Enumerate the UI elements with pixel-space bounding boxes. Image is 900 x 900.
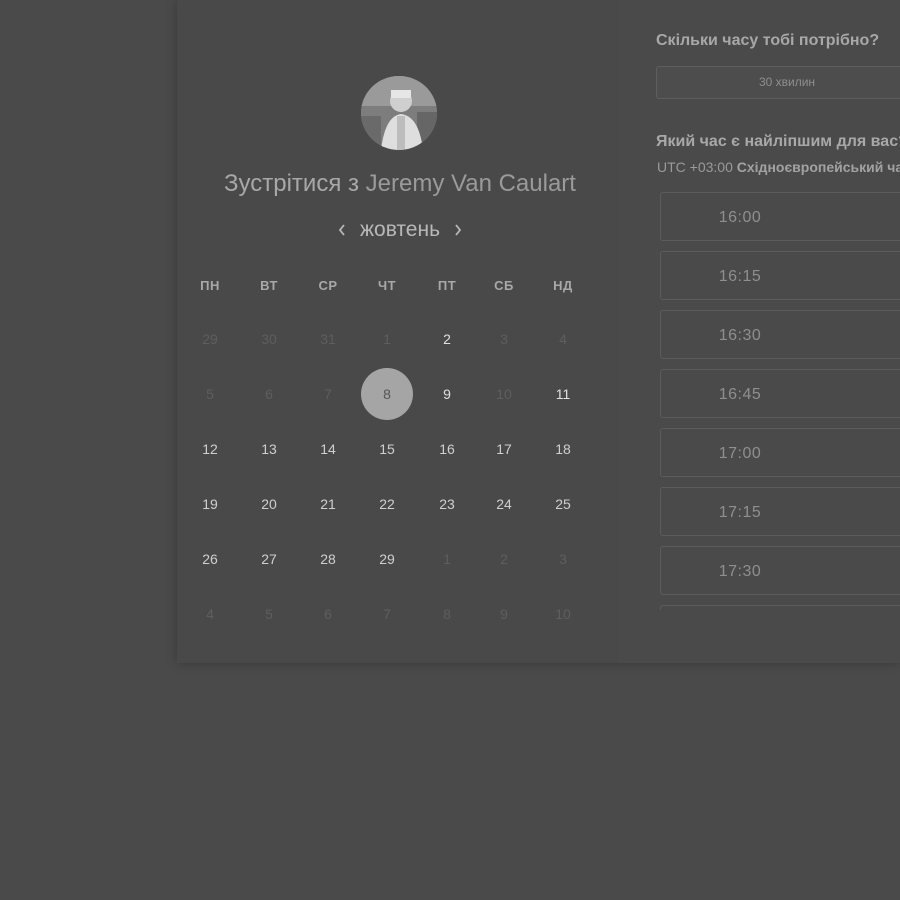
time-slot[interactable]: 16:15 [660, 251, 900, 300]
calendar-day: 10 [555, 606, 571, 622]
time-slot-label: 16:30 [718, 327, 762, 344]
calendar-day: 5 [265, 606, 273, 622]
timezone-name: Східноєвропейський час [736, 159, 900, 175]
host-name: Jeremy Van Caulart [365, 170, 576, 197]
calendar-day: 6 [324, 606, 332, 622]
weekday-label: НД [553, 278, 573, 293]
calendar-day: 3 [559, 551, 567, 567]
time-slot-label: 16:45 [718, 386, 762, 403]
timezone-label[interactable]: UTC +03:00 Східноєвропейський час [657, 159, 900, 175]
calendar-day[interactable]: 22 [362, 479, 412, 529]
time-slot[interactable]: 16:45 [660, 369, 900, 418]
month-label: жовтень [359, 218, 441, 241]
calendar-day[interactable]: 24 [479, 479, 529, 529]
calendar-day[interactable]: 9 [422, 369, 472, 419]
time-slot[interactable]: 17:15 [660, 487, 900, 536]
calendar-day[interactable]: 2 [422, 314, 472, 364]
calendar-day[interactable]: 21 [303, 479, 353, 529]
time-slot-label: 16:15 [718, 268, 762, 285]
chevron-left-icon[interactable] [324, 223, 360, 237]
time-slot-label: 17:30 [718, 563, 762, 580]
weekday-label: ВТ [260, 278, 278, 293]
timezone-offset: UTC +03:00 [657, 159, 733, 175]
calendar-day: 8 [443, 606, 451, 622]
title-prefix: Зустрітися з [224, 170, 359, 197]
calendar-day: 31 [320, 331, 336, 347]
time-slot[interactable]: 17:30 [660, 546, 900, 595]
weekday-label: ПН [200, 278, 220, 293]
calendar-day[interactable]: 19 [185, 479, 235, 529]
time-slot[interactable]: 16:30 [660, 310, 900, 359]
calendar-day: 4 [559, 331, 567, 347]
calendar-day[interactable]: 15 [362, 424, 412, 474]
weekday-label: ЧТ [377, 278, 397, 293]
calendar-day[interactable]: 16 [422, 424, 472, 474]
time-question: Який час є найліпшим для вас? [656, 133, 900, 150]
host-avatar [361, 76, 437, 150]
weekday-label: ПТ [437, 278, 457, 293]
booking-modal: Зустрітися з Jeremy Van Caulart жовтень … [177, 0, 900, 663]
calendar-day-selected[interactable]: 8 [361, 368, 413, 420]
calendar-day: 5 [206, 386, 214, 402]
weekday-label: СБ [494, 278, 514, 293]
weekday-label: СР [318, 278, 338, 293]
calendar-day: 2 [500, 551, 508, 567]
time-slot-label: 17:45 [719, 606, 762, 610]
calendar-day[interactable]: 26 [185, 534, 235, 584]
calendar-day: 9 [500, 606, 508, 622]
calendar-day[interactable]: 27 [244, 534, 294, 584]
month-navigation: жовтень [177, 216, 623, 244]
calendar-day[interactable]: 11 [538, 369, 588, 419]
calendar-day: 6 [265, 386, 273, 402]
calendar-day: 4 [206, 606, 214, 622]
calendar-day[interactable]: 28 [303, 534, 353, 584]
time-panel: Скільки часу тобі потрібно? 30 хвилин Як… [618, 0, 900, 663]
time-slot-label: 17:00 [718, 445, 762, 462]
chevron-right-icon[interactable] [440, 223, 476, 237]
calendar-day: 7 [324, 386, 332, 402]
calendar-day: 7 [383, 606, 391, 622]
calendar-day[interactable]: 25 [538, 479, 588, 529]
duration-question: Скільки часу тобі потрібно? [656, 32, 880, 49]
calendar-day: 1 [443, 551, 451, 567]
calendar-day[interactable]: 13 [244, 424, 294, 474]
calendar-day[interactable]: 18 [538, 424, 588, 474]
calendar-day[interactable]: 23 [422, 479, 472, 529]
calendar-day: 1 [383, 331, 391, 347]
calendar-day: 3 [500, 331, 508, 347]
time-slot[interactable]: 17:00 [660, 428, 900, 477]
time-slot-list: 16:00 16:15 16:30 16:45 17:00 17:15 17:30 17:45 [660, 192, 900, 610]
calendar-day: 10 [496, 386, 512, 402]
calendar-day[interactable]: 14 [303, 424, 353, 474]
calendar-day[interactable]: 29 [362, 534, 412, 584]
calendar-panel: Зустрітися з Jeremy Van Caulart жовтень … [177, 0, 618, 663]
calendar-day: 30 [261, 331, 277, 347]
time-slot[interactable]: 16:00 [660, 192, 900, 241]
time-slot[interactable]: 17:45 [660, 605, 900, 610]
calendar-day[interactable]: 17 [479, 424, 529, 474]
calendar-day[interactable]: 12 [185, 424, 235, 474]
time-slot-label: 17:15 [718, 504, 762, 521]
duration-select[interactable]: 30 хвилин [656, 66, 900, 99]
meeting-title: Зустрітися з Jeremy Van Caulart [177, 170, 623, 198]
time-slot-label: 16:00 [718, 209, 762, 226]
calendar-day: 29 [202, 331, 218, 347]
calendar-day[interactable]: 20 [244, 479, 294, 529]
